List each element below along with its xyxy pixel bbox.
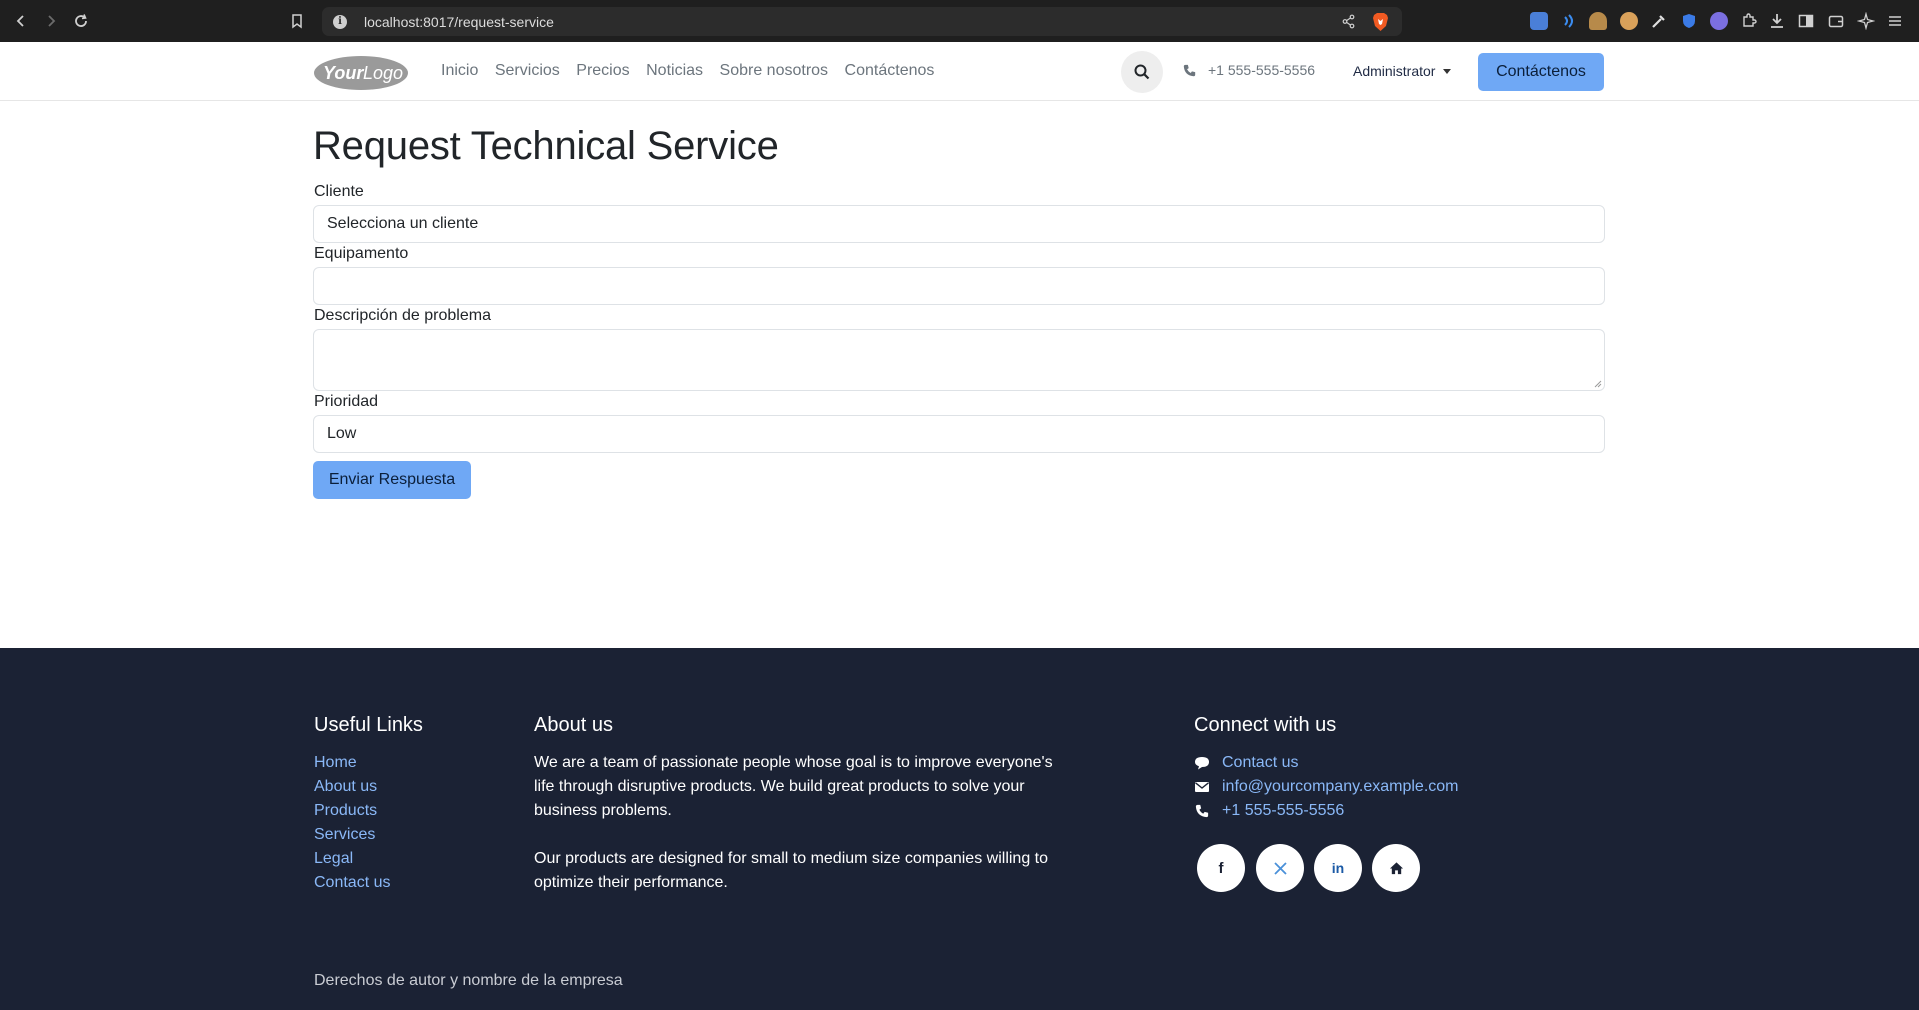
linkedin-button[interactable]: in (1314, 844, 1362, 892)
home-button[interactable] (1372, 844, 1420, 892)
brave-shield-icon[interactable] (1371, 12, 1390, 32)
about-us-text-2: Our products are designed for small to m… (534, 850, 1049, 891)
address-bar[interactable]: i localhost:8017/request-service (322, 7, 1402, 36)
linkedin-icon: in (1331, 860, 1345, 876)
back-icon[interactable] (8, 8, 34, 34)
share-icon[interactable] (1341, 14, 1356, 29)
wallet-icon[interactable] (1827, 12, 1845, 30)
client-select[interactable]: Selecciona un cliente (313, 205, 1605, 243)
search-button[interactable] (1121, 51, 1163, 93)
comment-icon (1194, 755, 1210, 771)
contact-row-email[interactable]: info@yourcompany.example.com (1194, 778, 1459, 796)
footer-link-legal[interactable]: Legal (314, 850, 353, 868)
client-label: Cliente (314, 183, 364, 200)
sidebar-icon[interactable] (1797, 12, 1815, 30)
header-phone-number[interactable]: +1 555-555-5556 (1208, 62, 1315, 78)
url-text[interactable]: localhost:8017/request-service (364, 14, 554, 30)
footer-link-home[interactable]: Home (314, 754, 357, 772)
about-us-text-1: We are a team of passionate people whose… (534, 754, 1053, 819)
footer-link-products[interactable]: Products (314, 802, 377, 820)
user-menu[interactable]: Administrator (1353, 63, 1452, 79)
download-icon[interactable] (1768, 12, 1786, 30)
menu-item-contactenos[interactable]: Contáctenos (845, 62, 935, 80)
svg-text:Logo: Logo (363, 63, 403, 83)
facebook-icon: f (1218, 859, 1224, 877)
home-icon (1389, 861, 1403, 874)
resize-handle-icon[interactable] (1594, 380, 1602, 388)
equipment-label: Equipamento (314, 245, 409, 262)
description-label: Descripción de problema (314, 307, 491, 324)
menu-item-sobre-nosotros[interactable]: Sobre nosotros (720, 62, 829, 80)
svg-text:Your: Your (323, 63, 364, 83)
forward-icon[interactable] (38, 8, 64, 34)
page-title: Request Technical Service (313, 124, 779, 168)
chevron-down-icon (1443, 68, 1452, 74)
x-icon (1273, 861, 1287, 875)
facebook-button[interactable]: f (1197, 844, 1245, 892)
phone-link[interactable]: +1 555-555-5556 (1222, 802, 1344, 820)
submit-button[interactable]: Enviar Respuesta (313, 461, 471, 499)
priority-select-value[interactable]: Low (327, 425, 356, 443)
company-logo[interactable]: Your Logo (313, 54, 409, 92)
bookmark-icon[interactable] (288, 12, 306, 30)
eyedropper-icon[interactable] (1650, 12, 1668, 30)
game-extension-icon[interactable] (1710, 12, 1728, 30)
site-footer (0, 648, 1919, 1010)
priority-select[interactable]: Low (313, 415, 1605, 453)
client-select-value[interactable]: Selecciona un cliente (327, 215, 478, 233)
contact-link[interactable]: Contact us (1222, 754, 1298, 772)
equipment-input[interactable] (313, 267, 1605, 305)
useful-links-heading: Useful Links (314, 714, 423, 736)
phone-icon (1183, 64, 1196, 76)
priority-label: Prioridad (314, 393, 379, 410)
leo-ai-icon[interactable] (1856, 11, 1876, 31)
menu-item-servicios[interactable]: Servicios (495, 62, 560, 80)
user-name[interactable]: Administrator (1353, 63, 1435, 79)
spy-extension-icon[interactable] (1589, 12, 1607, 30)
contact-row-phone[interactable]: +1 555-555-5556 (1194, 802, 1344, 820)
contact-row-contact-us[interactable]: Contact us (1194, 754, 1298, 772)
search-icon (1134, 64, 1150, 80)
menu-item-inicio[interactable]: Inicio (441, 62, 478, 80)
menu-item-precios[interactable]: Precios (576, 62, 629, 80)
menu-icon[interactable] (1886, 12, 1904, 30)
about-us-heading: About us (534, 714, 613, 736)
footer-link-about-us[interactable]: About us (314, 778, 377, 796)
contact-us-button[interactable]: Contáctenos (1478, 53, 1604, 91)
browser-toolbar: i localhost:8017/request-service (0, 0, 1919, 42)
email-link[interactable]: info@yourcompany.example.com (1222, 778, 1459, 796)
copyright-text: Derechos de autor y nombre de la empresa (314, 972, 623, 989)
audio-extension-icon[interactable] (1560, 12, 1578, 30)
cookie-extension-icon[interactable] (1620, 12, 1638, 30)
connect-heading: Connect with us (1194, 714, 1337, 736)
envelope-icon (1194, 779, 1210, 795)
description-textarea[interactable] (313, 329, 1605, 391)
header-phone[interactable]: +1 555-555-5556 (1183, 62, 1315, 78)
main-menu: Inicio Servicios Precios Noticias Sobre … (441, 42, 951, 100)
site-header: Your Logo Inicio Servicios Precios Notic… (0, 42, 1919, 101)
menu-item-noticias[interactable]: Noticias (646, 62, 703, 80)
shield-extension-icon[interactable] (1680, 12, 1698, 30)
footer-link-contact-us[interactable]: Contact us (314, 874, 390, 892)
puzzle-icon[interactable] (1740, 12, 1758, 30)
x-button[interactable] (1256, 844, 1304, 892)
translate-icon[interactable] (1530, 12, 1548, 30)
site-info-icon[interactable]: i (333, 14, 347, 29)
footer-link-services[interactable]: Services (314, 826, 375, 844)
reload-icon[interactable] (68, 8, 94, 34)
phone-icon (1194, 803, 1210, 819)
